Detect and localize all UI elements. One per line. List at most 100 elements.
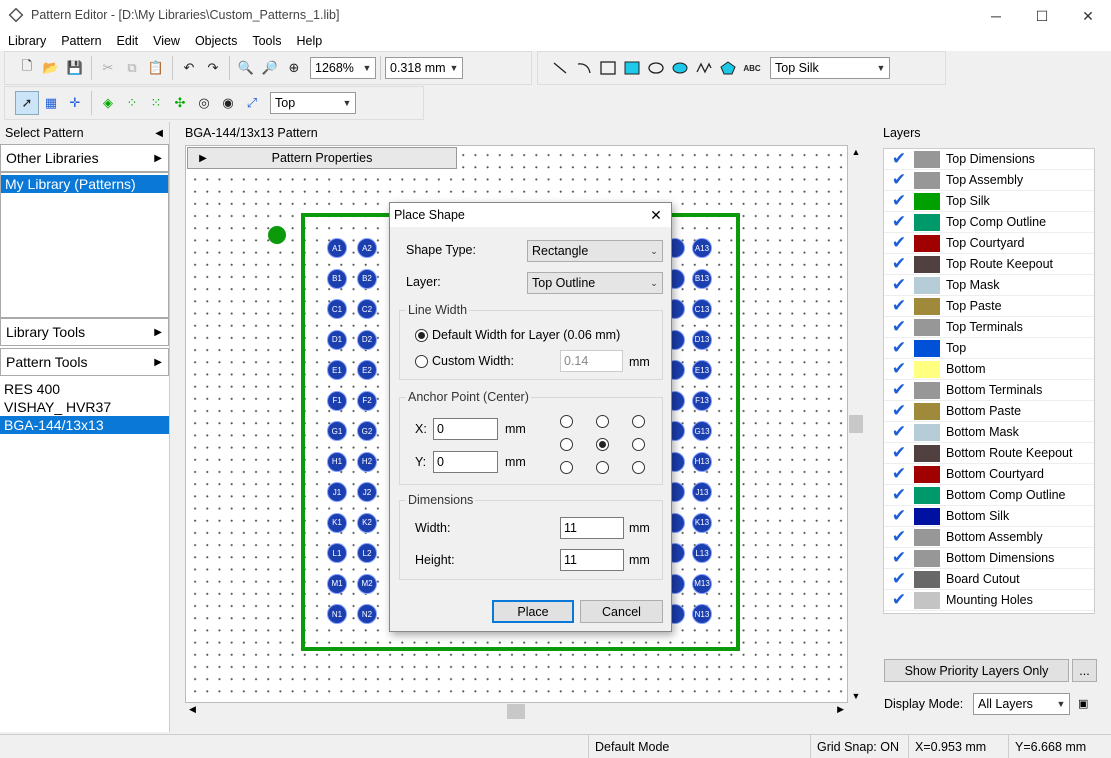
checkmark-icon[interactable]: ✔	[884, 464, 914, 484]
bga-pad[interactable]: D13	[692, 329, 712, 350]
checkmark-icon[interactable]: ✔	[884, 212, 914, 232]
polygon-tool-icon[interactable]	[716, 56, 740, 80]
layer-row[interactable]: ✔ Bottom Comp Outline	[884, 485, 1094, 506]
layer-row[interactable]: ✔ Bottom Silk	[884, 506, 1094, 527]
bga-pad[interactable]: E1	[327, 360, 347, 380]
bga-pad[interactable]: J2	[357, 482, 377, 502]
checkmark-icon[interactable]: ✔	[884, 527, 914, 547]
bga-pad[interactable]: N1	[327, 604, 347, 624]
layer-dropdown[interactable]: Top Outline ⌄	[527, 272, 663, 294]
paste-icon[interactable]: 📋	[144, 56, 168, 80]
bga-pad[interactable]: H2	[357, 451, 377, 472]
custom-width-input[interactable]: 0.14	[560, 350, 623, 372]
collapse-left-icon[interactable]: ◀	[155, 128, 169, 139]
checkmark-icon[interactable]: ✔	[884, 401, 914, 421]
checkmark-icon[interactable]: ✔	[884, 548, 914, 568]
bga-pad[interactable]: E2	[357, 360, 377, 380]
text-tool-icon[interactable]: ABC	[740, 56, 764, 80]
checkmark-icon[interactable]: ✔	[884, 380, 914, 400]
pattern-properties-tab[interactable]: ▶ Pattern Properties	[187, 147, 457, 169]
zoom-fit-icon[interactable]: ⊕	[282, 56, 306, 80]
filled-rectangle-tool-icon[interactable]	[620, 56, 644, 80]
custom-width-option[interactable]: Custom Width:	[415, 354, 514, 368]
checkmark-icon[interactable]: ✔	[884, 590, 914, 610]
pattern-item[interactable]: RES 400	[0, 380, 169, 398]
hole-tool-icon[interactable]: ◉	[216, 91, 240, 115]
scroll-right-icon[interactable]: ▶	[837, 704, 844, 715]
layer-row[interactable]: ✔ Bottom Courtyard	[884, 464, 1094, 485]
horizontal-scrollbar[interactable]: ◀ ▶	[185, 703, 848, 720]
pad-circle-tool-icon[interactable]: ✣	[168, 91, 192, 115]
checkmark-icon[interactable]: ✔	[884, 170, 914, 190]
crosshair-tool-icon[interactable]: ✛	[63, 91, 87, 115]
zoom-in-icon[interactable]: 🔍	[234, 56, 258, 80]
checkmark-icon[interactable]: ✔	[884, 422, 914, 442]
bga-pad[interactable]: G1	[327, 421, 347, 441]
bga-pad[interactable]: L1	[327, 543, 347, 563]
bga-pad[interactable]: L13	[692, 543, 712, 563]
pad-tool-icon[interactable]: ◈	[96, 91, 120, 115]
layer-row[interactable]: ✔ Top Dimensions	[884, 149, 1094, 170]
anchor-bottom-right-radio[interactable]	[632, 461, 645, 474]
bga-pad[interactable]: K13	[692, 512, 712, 533]
bga-pad[interactable]: B13	[692, 268, 712, 289]
bga-pad[interactable]: K1	[327, 512, 347, 533]
bga-pad[interactable]: G2	[357, 421, 377, 441]
layer-row[interactable]: ✔ Bottom Assembly	[884, 527, 1094, 548]
minimize-button[interactable]: ─	[973, 4, 1019, 28]
bga-pad[interactable]: E13	[692, 360, 712, 380]
scroll-thumb[interactable]	[849, 415, 863, 433]
custom-width-radio[interactable]	[415, 354, 428, 368]
other-libraries-section[interactable]: Other Libraries ▶	[0, 144, 169, 172]
anchor-middle-right-radio[interactable]	[632, 438, 645, 451]
scroll-up-icon[interactable]: ▲	[848, 145, 864, 157]
place-button[interactable]: Place	[492, 600, 574, 623]
bga-pad[interactable]: J13	[692, 482, 712, 502]
layer-row[interactable]: ✔ Top Silk	[884, 191, 1094, 212]
line-tool-icon[interactable]	[548, 56, 572, 80]
checkmark-icon[interactable]: ✔	[884, 359, 914, 379]
cancel-button[interactable]: Cancel	[580, 600, 663, 623]
dialog-close-icon[interactable]: ✕	[641, 207, 671, 224]
anchor-top-left-radio[interactable]	[560, 415, 573, 428]
anchor-center-radio[interactable]	[596, 438, 609, 451]
bga-pad[interactable]: F2	[357, 390, 377, 411]
menu-objects[interactable]: Objects	[187, 34, 244, 48]
bga-pad[interactable]: F13	[692, 390, 712, 411]
maximize-button[interactable]: ☐	[1019, 4, 1065, 28]
pattern-item[interactable]: VISHAY_ HVR37	[0, 398, 169, 416]
bga-pad[interactable]: N13	[692, 604, 712, 624]
library-tools-section[interactable]: Library Tools ▶	[0, 318, 169, 346]
open-folder-icon[interactable]: 📂	[39, 56, 63, 80]
redo-icon[interactable]: ↷	[201, 56, 225, 80]
layer-row[interactable]: ✔ Top Comp Outline	[884, 212, 1094, 233]
bga-pad[interactable]: D2	[357, 329, 377, 350]
bga-pad[interactable]: D1	[327, 329, 347, 350]
checkmark-icon[interactable]: ✔	[884, 233, 914, 253]
bga-pad[interactable]: A13	[692, 238, 712, 258]
checkmark-icon[interactable]: ✔	[884, 569, 914, 589]
bga-pad[interactable]: J1	[327, 482, 347, 502]
layer-row[interactable]: ✔ Top Route Keepout	[884, 254, 1094, 275]
show-priority-layers-button[interactable]: Show Priority Layers Only	[884, 659, 1069, 682]
anchor-middle-left-radio[interactable]	[560, 438, 573, 451]
checkmark-icon[interactable]: ✔	[884, 254, 914, 274]
height-input[interactable]: 11	[560, 549, 624, 571]
layers-more-button[interactable]: ...	[1072, 659, 1097, 682]
layer-row[interactable]: ✔ Top Terminals	[884, 317, 1094, 338]
anchor-y-input[interactable]: 0	[433, 451, 498, 473]
bga-pad[interactable]: F1	[327, 390, 347, 411]
copy-icon[interactable]: ⧉	[120, 56, 144, 80]
default-width-option[interactable]: Default Width for Layer (0.06 mm)	[415, 328, 620, 342]
menu-view[interactable]: View	[145, 34, 187, 48]
display-mode-select[interactable]: All Layers ▼	[973, 693, 1070, 715]
layer-row[interactable]: ✔ Board Cutout	[884, 569, 1094, 590]
default-width-radio[interactable]	[415, 328, 428, 342]
zoom-select[interactable]: 1268% ▼	[310, 57, 376, 79]
bga-pad[interactable]: L2	[357, 543, 377, 563]
layer-row[interactable]: ✔ Top Courtyard	[884, 233, 1094, 254]
checkmark-icon[interactable]: ✔	[884, 296, 914, 316]
layer-row[interactable]: ✔ Top Mask	[884, 275, 1094, 296]
anchor-top-center-radio[interactable]	[596, 415, 609, 428]
cut-icon[interactable]: ✂	[96, 56, 120, 80]
